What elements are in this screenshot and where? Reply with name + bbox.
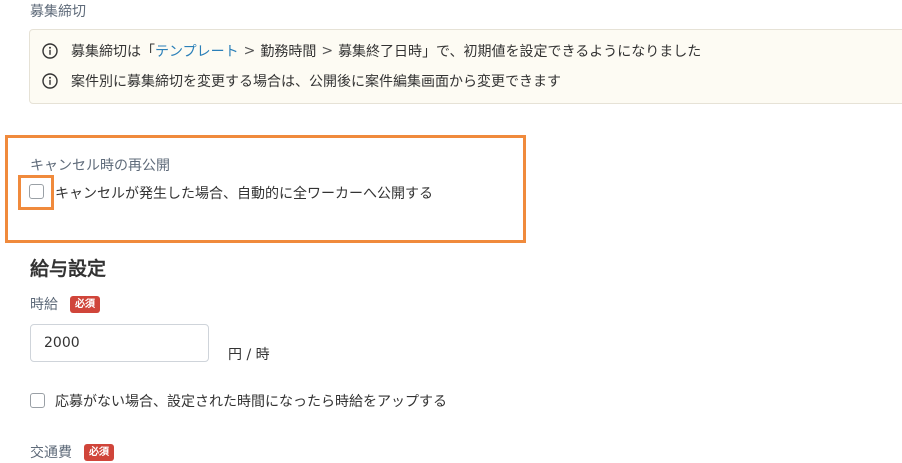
- hourly-wage-input[interactable]: [30, 324, 209, 362]
- info-icon: [42, 43, 58, 59]
- cancel-repost-checkbox-label[interactable]: キャンセルが発生した場合、自動的に全ワーカーへ公開する: [55, 183, 433, 203]
- wage-unit: 円 / 時: [228, 347, 270, 363]
- transport-fee-label: 交通費 必須: [30, 442, 114, 462]
- info-line-edit: 案件別に募集締切を変更する場合は、公開後に案件編集画面から変更できます: [42, 71, 561, 91]
- job-form-page: 募集締切 募集締切は「 テンプレート > 勤務時間 > 募集終了日時 」で、初期…: [0, 0, 902, 463]
- breadcrumb-work-hours: 勤務時間: [260, 44, 317, 60]
- auto-raise-checkbox-label[interactable]: 応募がない場合、設定された時間になったら時給をアップする: [55, 391, 447, 411]
- cancel-repost-checkbox[interactable]: [29, 184, 44, 199]
- required-badge: 必須: [70, 295, 100, 313]
- hourly-wage-label-text: 時給: [30, 297, 58, 313]
- info-text-prefix: 募集締切は「: [71, 44, 155, 60]
- salary-heading: 給与設定: [30, 258, 107, 280]
- template-link[interactable]: テンプレート: [155, 41, 239, 61]
- cancel-repost-label: キャンセル時の再公開: [30, 158, 170, 174]
- hourly-wage-label: 時給 必須: [30, 294, 100, 314]
- transport-fee-label-text: 交通費: [30, 445, 72, 461]
- info-line-template: 募集締切は「 テンプレート > 勤務時間 > 募集終了日時 」で、初期値を設定で…: [42, 41, 701, 61]
- breadcrumb-separator: >: [321, 43, 334, 59]
- deadline-label: 募集締切: [30, 4, 86, 20]
- required-badge: 必須: [84, 443, 114, 461]
- info-text-edit: 案件別に募集締切を変更する場合は、公開後に案件編集画面から変更できます: [71, 74, 561, 90]
- info-text-suffix: 」で、初期値を設定できるようになりました: [422, 44, 702, 60]
- info-icon: [42, 73, 58, 89]
- deadline-info-box: 募集締切は「 テンプレート > 勤務時間 > 募集終了日時 」で、初期値を設定で…: [29, 29, 902, 104]
- breadcrumb-recruit-end: 募集終了日時: [338, 44, 423, 60]
- breadcrumb-separator: >: [243, 43, 256, 59]
- auto-raise-checkbox[interactable]: [30, 393, 45, 408]
